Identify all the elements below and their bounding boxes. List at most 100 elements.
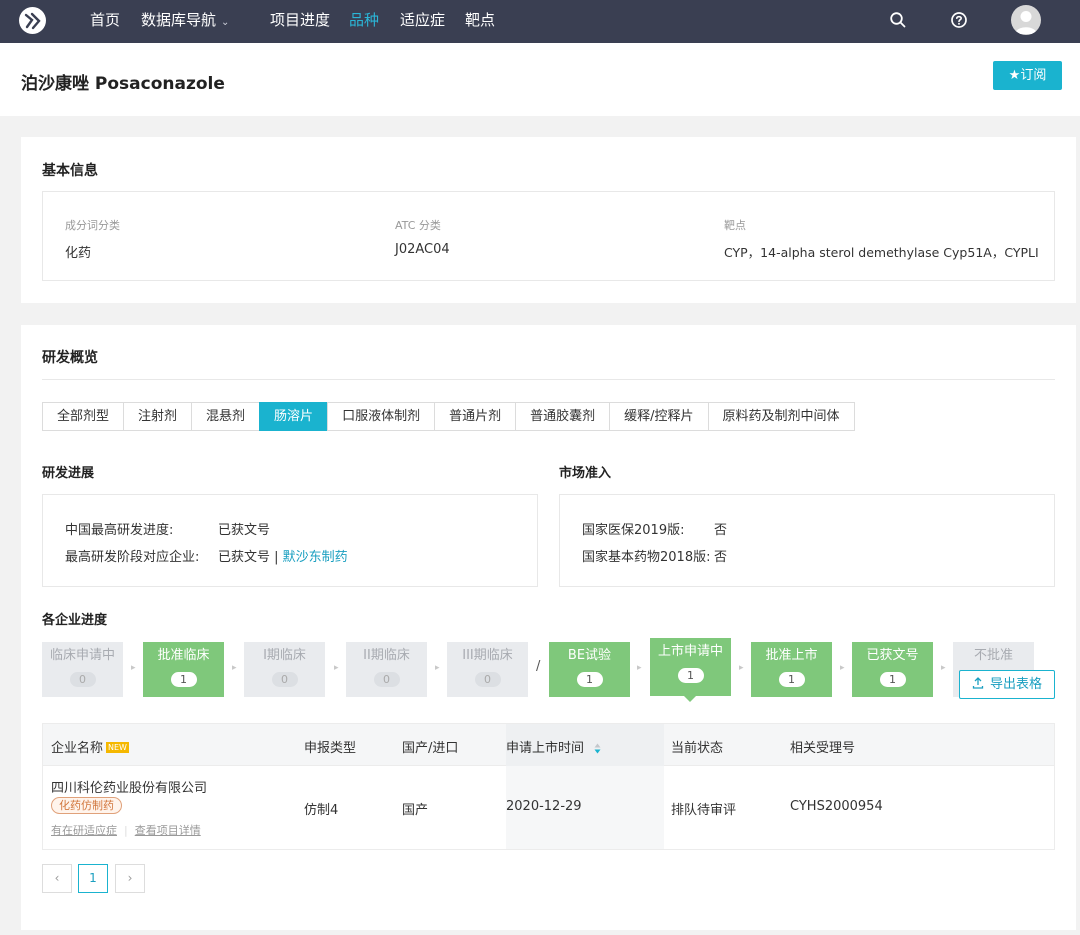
top-navbar: 首页 数据库导航 ⌄ 项目进度 品种 适应症 靶点	[0, 0, 1080, 43]
stage-license-obtained[interactable]: 已获文号 1	[852, 642, 933, 697]
project-detail-link[interactable]: 查看项目详情	[135, 824, 201, 837]
th-date[interactable]: 申请上市时间	[506, 724, 664, 766]
stage-count: 0	[69, 672, 96, 687]
stage-be-trial[interactable]: BE试验 1	[549, 642, 630, 697]
progress-value: 已获文号	[218, 523, 271, 538]
stage-name: II期临床	[363, 648, 410, 663]
company-link[interactable]: 默沙东制药	[283, 550, 348, 565]
nav-database[interactable]: 数据库导航 ⌄	[141, 10, 229, 33]
table-header: 企业名称 NEW 申报类型 国产/进口 申请上市时间 当前状态 相关受理号	[42, 723, 1055, 766]
field-value-atc: J02AC04	[395, 242, 450, 257]
logo-icon	[24, 12, 41, 30]
progress-box: 中国最高研发进度: 已获文号 最高研发阶段对应企业: 已获文号 | 默沙东制药	[42, 494, 538, 587]
stage-phase-1[interactable]: I期临床 0	[244, 642, 325, 697]
market-key: 国家基本药物2018版:	[582, 550, 711, 565]
market-box: 国家医保2019版: 否 国家基本药物2018版: 否	[559, 494, 1055, 587]
search-icon[interactable]	[889, 11, 907, 29]
stage-market-approved[interactable]: 批准上市 1	[751, 642, 832, 697]
chevron-right-icon: ▸	[941, 663, 946, 673]
stage-name: 不批准	[973, 648, 1013, 663]
new-badge: NEW	[106, 742, 129, 753]
stage-name: 临床申请中	[49, 648, 115, 663]
th-company: 企业名称 NEW	[51, 737, 129, 756]
category-tag: 化药仿制药	[51, 797, 122, 814]
indication-link[interactable]: 有在研适应症	[51, 824, 117, 837]
acceptance-number-link[interactable]: CYHS2000954	[790, 799, 883, 814]
chevron-right-icon: ▸	[739, 663, 744, 673]
field-value-category: 化药	[65, 246, 92, 261]
progress-separator: |	[270, 550, 283, 565]
nav-home[interactable]: 首页	[90, 10, 120, 30]
field-label-category: 成分词分类	[65, 219, 120, 232]
divider	[42, 379, 1055, 380]
nav-target[interactable]: 靶点	[465, 10, 495, 30]
stage-clinical-approved[interactable]: 批准临床 1	[143, 642, 224, 697]
nav-indication[interactable]: 适应症	[400, 10, 445, 30]
stage-name: BE试验	[567, 648, 612, 663]
export-icon	[972, 677, 984, 689]
stage-count: 0	[373, 672, 400, 687]
tab-api-intermediate[interactable]: 原料药及制剂中间体	[707, 402, 855, 431]
stage-count: 0	[474, 672, 501, 687]
th-date-label: 申请上市时间	[506, 741, 585, 756]
sort-icon[interactable]	[594, 743, 601, 754]
stage-name: 已获文号	[866, 648, 919, 663]
th-origin: 国产/进口	[402, 741, 459, 756]
market-title: 市场准入	[559, 466, 612, 481]
tab-tablet[interactable]: 普通片剂	[434, 402, 517, 431]
tab-all[interactable]: 全部剂型	[42, 402, 125, 431]
field-label-atc: ATC 分类	[395, 219, 441, 232]
chevron-right-icon: ▸	[232, 663, 237, 673]
th-status: 当前状态	[671, 741, 724, 756]
export-table-button[interactable]: 导出表格	[959, 670, 1055, 699]
stage-name: 批准上市	[765, 648, 818, 663]
stage-count: 1	[576, 672, 603, 687]
tab-suspension[interactable]: 混悬剂	[191, 402, 261, 431]
stage-count: 1	[879, 672, 906, 687]
progress-title: 研发进展	[42, 466, 95, 481]
stage-count: 1	[170, 672, 197, 687]
avatar[interactable]	[1011, 5, 1041, 35]
market-key: 国家医保2019版:	[582, 523, 685, 538]
stage-name: III期临床	[462, 648, 513, 663]
stage-count: 0	[271, 672, 298, 687]
nav-database-label: 数据库导航	[141, 11, 217, 29]
stage-market-application[interactable]: 上市申请中 1	[650, 638, 731, 702]
market-row-essential: 国家基本药物2018版: 否	[582, 546, 727, 565]
tab-oral-liquid[interactable]: 口服液体制剂	[327, 402, 436, 431]
help-icon[interactable]	[950, 11, 968, 29]
tab-capsule[interactable]: 普通胶囊剂	[515, 402, 611, 431]
stage-phase-3[interactable]: III期临床 0	[447, 642, 528, 697]
stage-name: 批准临床	[157, 648, 210, 663]
cell-type: 仿制4	[304, 803, 339, 818]
basic-info-title: 基本信息	[42, 163, 98, 179]
tab-enteric-tablet[interactable]: 肠溶片	[259, 402, 329, 431]
progress-row-company: 最高研发阶段对应企业: 已获文号 | 默沙东制药	[65, 546, 348, 565]
tab-injection[interactable]: 注射剂	[123, 402, 193, 431]
logo[interactable]	[19, 7, 46, 34]
field-label-target: 靶点	[724, 219, 746, 232]
chevron-right-icon: ▸	[334, 663, 339, 673]
progress-row-highest: 中国最高研发进度: 已获文号	[65, 519, 270, 538]
nav-project-progress[interactable]: 项目进度	[270, 10, 330, 30]
market-value: 否	[714, 550, 728, 565]
th-company-label: 企业名称	[51, 741, 104, 756]
progress-value: 已获文号	[218, 550, 271, 565]
tab-sustained-release[interactable]: 缓释/控释片	[609, 402, 709, 431]
stage-clinical-application[interactable]: 临床申请中 0	[42, 642, 123, 697]
prev-page-button[interactable]: ‹	[42, 864, 72, 893]
title-bar: 泊沙康唑 Posaconazole ★订阅	[0, 43, 1080, 116]
stage-count: 1	[778, 672, 805, 687]
next-page-button[interactable]: ›	[115, 864, 145, 893]
market-value: 否	[714, 523, 728, 538]
nav-variety[interactable]: 品种	[349, 10, 379, 30]
subscribe-button[interactable]: ★订阅	[993, 61, 1062, 90]
chevron-right-icon: ▸	[840, 663, 845, 673]
stage-phase-2[interactable]: II期临床 0	[346, 642, 427, 697]
stage-name: 上市申请中	[657, 644, 723, 659]
page-1-button[interactable]: 1	[78, 864, 108, 893]
company-name-link[interactable]: 四川科伦药业股份有限公司	[51, 777, 207, 796]
pipeline-title: 各企业进度	[42, 613, 108, 628]
cell-date: 2020-12-29	[506, 799, 582, 814]
cell-status: 排队待审评	[671, 803, 737, 818]
